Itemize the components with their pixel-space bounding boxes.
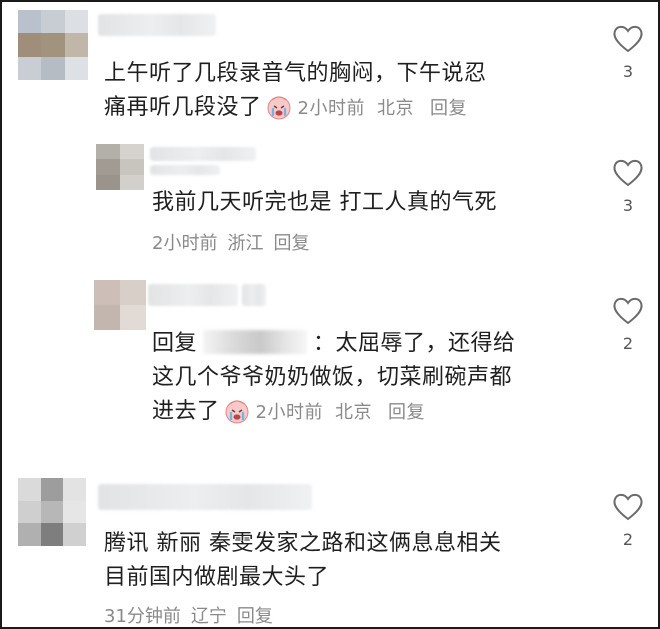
username-redacted[interactable] [148,284,238,306]
crying-face-icon [225,400,249,424]
comment-line: 进去了 2小时前 北京 回复 [152,399,425,424]
avatar[interactable] [94,280,146,330]
reply-button[interactable]: 回复 [273,233,309,254]
comment-meta: 31分钟前 辽宁 回复 [104,605,283,629]
crying-face-icon [267,96,291,120]
comment-text: 腾讯 新丽 秦雯发家之路和这俩息息相关 目前国内做剧最大头了 [104,527,502,595]
comment-location: 北京 [376,98,414,119]
reply-button[interactable]: 回复 [237,606,273,627]
comment-time: 2小时前 [255,402,323,423]
comment-line: 这几个爷爷奶奶做饭，切菜刷碗声都 [152,365,513,390]
username-redacted[interactable] [150,147,256,161]
like-button[interactable]: 2 [612,296,644,353]
comment-line: 痛再听几段没了 2小时前 北京 回复 [104,95,467,120]
reply-button[interactable]: 回复 [388,402,425,423]
like-count: 3 [622,62,634,81]
comment-line: 目前国内做剧最大头了 [104,565,330,590]
username-redacted [150,165,220,175]
reply-prefix: 回复 [152,331,198,356]
comment-text: 我前几天听完也是 打工人真的气死 [152,186,497,220]
comment-text: 回复 ：太屈辱了，还得给 这几个爷爷奶奶做饭，切菜刷碗声都 进去了 2小时前 北京回… [152,327,516,430]
username-redacted[interactable] [98,484,312,510]
like-count: 2 [622,530,634,549]
comment-location: 浙江 [227,233,264,254]
like-count: 2 [622,334,634,353]
heart-icon [613,297,643,325]
avatar[interactable] [96,144,144,190]
comment-line: 回复 ：太屈辱了，还得给 [152,330,516,356]
comment-meta: 2小时前 浙江 回复 [152,232,319,256]
heart-icon [613,25,643,53]
comment-thread: 上午听了几段录音气的胸闷，下午说忍 痛再听几段没了 2小时前 北京 回复 3 我前几… [0,0,660,629]
comment-time: 2小时前 [152,233,218,254]
reply-colon: ： [313,331,336,356]
comment-text: 上午听了几段录音气的胸闷，下午说忍 痛再听几段没了 2小时前 北京 回复 [104,57,487,126]
avatar[interactable] [18,478,86,546]
like-button[interactable]: 2 [612,492,644,549]
username-redacted [242,284,266,306]
comment-location: 辽宁 [190,606,227,627]
comment-line: 上午听了几段录音气的胸闷，下午说忍 [104,61,487,86]
heart-icon [613,493,643,521]
comment-line: 腾讯 新丽 秦雯发家之路和这俩息息相关 [104,531,502,556]
heart-icon [613,159,643,187]
avatar[interactable] [18,10,88,80]
like-count: 3 [622,196,634,215]
comment-time: 2小时前 [297,98,365,119]
comment-line: 我前几天听完也是 打工人真的气死 [152,190,497,215]
comment-location: 北京 [334,402,372,423]
username-redacted[interactable] [98,14,216,36]
reply-button[interactable]: 回复 [430,98,467,119]
mentioned-user-redacted[interactable] [203,330,308,354]
like-button[interactable]: 3 [612,24,644,81]
like-button[interactable]: 3 [612,158,644,215]
comment-time: 31分钟前 [104,606,181,627]
